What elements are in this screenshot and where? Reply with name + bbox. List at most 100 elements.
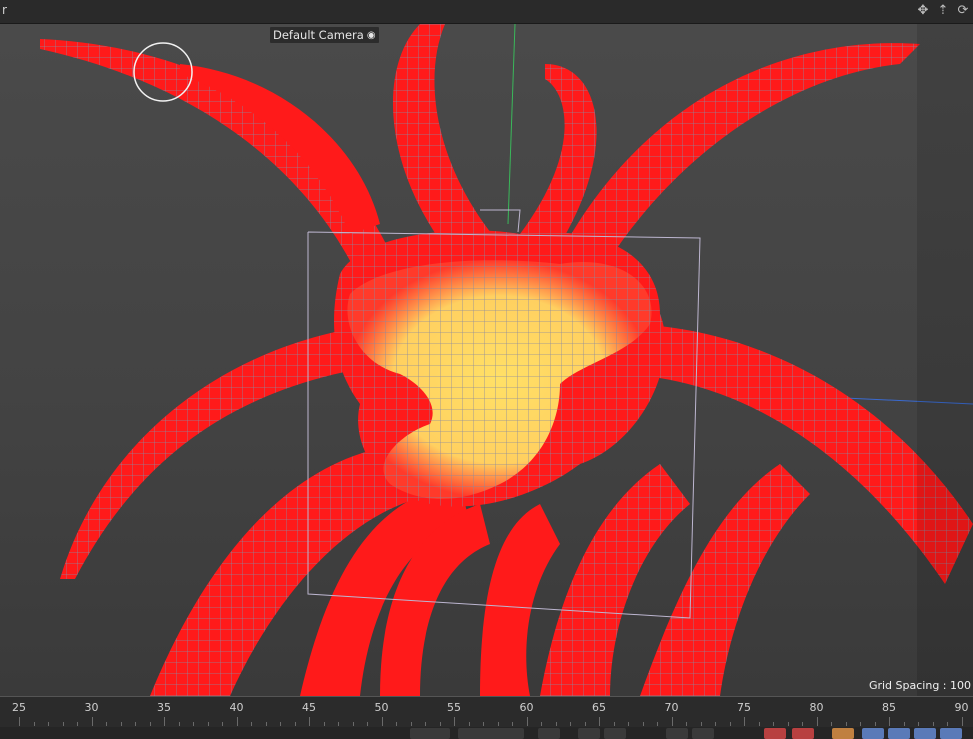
timeline-tickmark <box>642 722 644 726</box>
timeline-tickmark <box>468 722 470 726</box>
camera-selector[interactable]: Default Camera ◉ <box>270 27 379 43</box>
timeline-tickmark <box>657 722 658 726</box>
timeline-tick-label: 50 <box>374 701 389 714</box>
menu-label[interactable]: r <box>2 3 7 17</box>
timeline-tickmark <box>700 722 702 726</box>
keyframe-button[interactable] <box>832 728 854 739</box>
mesh-render <box>40 24 973 696</box>
timeline-tickmark <box>541 722 542 726</box>
fps-field[interactable] <box>458 728 524 739</box>
timeline-tickmark <box>570 722 571 726</box>
timeline-tickmark <box>352 722 354 726</box>
timeline-tickmark <box>932 722 934 726</box>
timeline-tickmark <box>149 722 151 726</box>
timeline-tickmark <box>512 722 513 726</box>
timeline-tickmark <box>410 722 412 726</box>
timeline-tickmark <box>787 722 789 726</box>
timeline-tickmark <box>599 717 600 726</box>
timeline-ruler[interactable]: 25 30 35 40 45 50 55 60 65 70 75 80 85 90 <box>0 696 973 728</box>
timeline-tick-label: 25 <box>12 701 26 714</box>
timeline-tickmark <box>236 717 238 726</box>
timeline-tickmark <box>686 722 687 726</box>
play-button[interactable] <box>604 728 626 739</box>
scale-tool-button[interactable] <box>888 728 910 739</box>
timeline-tickmark <box>33 722 35 726</box>
timeline-tickmark <box>758 722 760 726</box>
playback-controls <box>0 727 973 739</box>
timeline-tickmark <box>222 722 223 726</box>
step-back-button[interactable] <box>578 728 600 739</box>
timeline-tickmark <box>193 722 194 726</box>
timeline-tickmark <box>164 717 165 726</box>
timeline-tick-label: 45 <box>302 701 316 714</box>
param-tool-button[interactable] <box>940 728 962 739</box>
viewport-side-shade <box>917 24 973 696</box>
timeline-tickmark <box>903 722 905 726</box>
timeline-tickmark <box>729 722 731 726</box>
timeline-tick-label: 55 <box>447 701 461 714</box>
timeline-tickmark <box>338 722 339 726</box>
timeline-tickmark <box>831 722 832 726</box>
rotate-tool-button[interactable] <box>914 728 936 739</box>
timeline-tickmark <box>555 722 557 726</box>
record-button[interactable] <box>764 728 786 739</box>
timeline-tickmark <box>265 722 267 726</box>
viewport-header: r ✥ ⇡ ⟳ <box>0 0 973 24</box>
timeline-tick-label: 80 <box>809 701 824 714</box>
timeline-tickmark <box>947 722 948 726</box>
timeline-tickmark <box>309 717 310 726</box>
timeline-tickmark <box>802 722 803 726</box>
timeline-tickmark <box>425 722 426 726</box>
timeline-tickmark <box>773 722 774 726</box>
timeline-tickmark <box>526 717 528 726</box>
timeline-tickmark <box>91 717 93 726</box>
camera-icon: ◉ <box>366 29 376 41</box>
go-to-start-button[interactable] <box>538 728 560 739</box>
timeline-tickmark <box>918 722 919 726</box>
timeline-tickmark <box>62 722 64 726</box>
autokey-button[interactable] <box>792 728 814 739</box>
timeline-tickmark <box>381 717 383 726</box>
timeline-tickmark <box>483 722 484 726</box>
timeline-tickmark <box>280 722 281 726</box>
timeline-tickmark <box>816 717 818 726</box>
move-tool-button[interactable] <box>862 728 884 739</box>
timeline-tickmark <box>613 722 615 726</box>
timeline-tickmark <box>294 722 296 726</box>
timeline-tickmark <box>106 722 107 726</box>
timeline-tickmark <box>396 722 397 726</box>
timeline-tickmark <box>584 722 586 726</box>
timeline-tickmark <box>744 717 745 726</box>
timeline-tickmark <box>860 722 861 726</box>
timeline-tickmark <box>251 722 252 726</box>
timeline-tick-label: 35 <box>157 701 171 714</box>
timeline-tickmark <box>120 722 122 726</box>
timeline-tickmark <box>961 717 963 726</box>
grid-spacing-label: Grid Spacing : 100 <box>868 679 971 692</box>
timeline-tick-label: 30 <box>84 701 99 714</box>
frame-field[interactable] <box>410 728 450 739</box>
timeline-tickmark <box>671 717 673 726</box>
timeline-tick-label: 70 <box>664 701 679 714</box>
zoom-view-icon[interactable]: ⇡ <box>935 3 951 19</box>
timeline-tick-label: 85 <box>882 701 896 714</box>
timeline-tickmark <box>48 722 49 726</box>
go-to-end-button[interactable] <box>692 728 714 739</box>
view-navigation: ✥ ⇡ ⟳ <box>915 3 971 19</box>
timeline-tickmark <box>323 722 325 726</box>
3d-viewport[interactable] <box>0 24 973 696</box>
timeline-tickmark <box>439 722 441 726</box>
rotate-view-icon[interactable]: ⟳ <box>955 3 971 19</box>
timeline-tick-label: 75 <box>737 701 751 714</box>
step-forward-button[interactable] <box>666 728 688 739</box>
camera-label: Default Camera <box>273 28 364 42</box>
timeline-tickmark <box>135 722 136 726</box>
timeline-tickmark <box>845 722 847 726</box>
y-axis-line <box>507 24 516 225</box>
timeline-tick-label: 60 <box>519 701 534 714</box>
timeline-tickmark <box>178 722 180 726</box>
move-view-icon[interactable]: ✥ <box>915 3 931 19</box>
timeline-tickmark <box>454 717 455 726</box>
timeline-tickmark <box>77 722 78 726</box>
timeline-tick-label: 65 <box>592 701 606 714</box>
